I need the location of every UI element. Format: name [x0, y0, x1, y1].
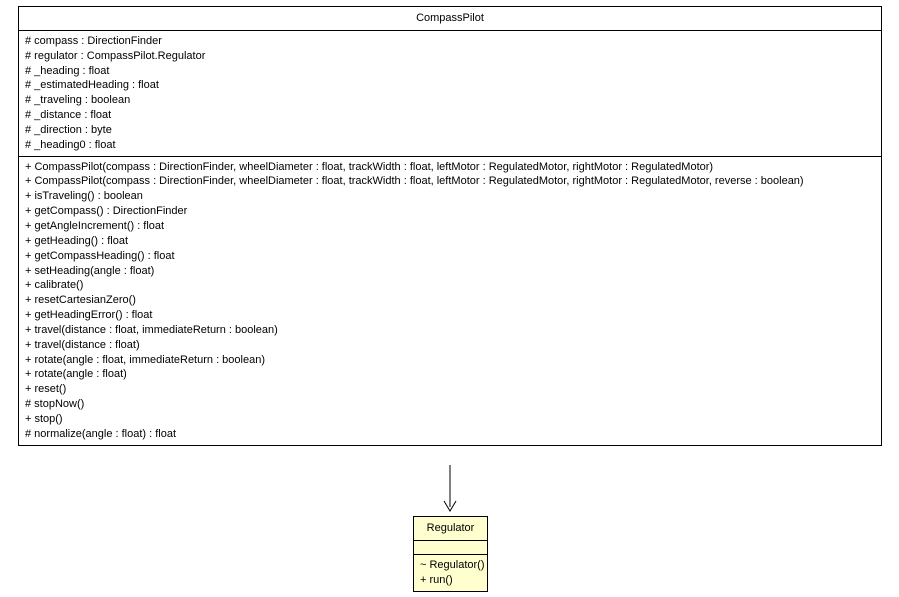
method-row: + CompassPilot(compass : DirectionFinder… — [25, 174, 875, 189]
attribute-row: # _estimatedHeading : float — [25, 78, 875, 93]
attribute-row: # regulator : CompassPilot.Regulator — [25, 49, 875, 64]
method-row: ~ Regulator() — [420, 558, 481, 573]
attributes-section — [414, 541, 487, 555]
class-title: CompassPilot — [19, 7, 881, 31]
method-row: + rotate(angle : float, immediateReturn … — [25, 353, 875, 368]
method-row: + travel(distance : float, immediateRetu… — [25, 323, 875, 338]
class-title: Regulator — [414, 517, 487, 541]
method-row: + rotate(angle : float) — [25, 367, 875, 382]
method-row: + run() — [420, 573, 481, 588]
class-name-label: CompassPilot — [416, 12, 484, 24]
method-row: + getAngleIncrement() : float — [25, 219, 875, 234]
uml-class-regulator: Regulator ~ Regulator() + run() — [413, 516, 488, 592]
method-row: + resetCartesianZero() — [25, 293, 875, 308]
method-row: + getCompass() : DirectionFinder — [25, 204, 875, 219]
uml-class-compass-pilot: CompassPilot # compass : DirectionFinder… — [18, 6, 882, 446]
methods-section: + CompassPilot(compass : DirectionFinder… — [19, 157, 881, 445]
methods-section: ~ Regulator() + run() — [414, 555, 487, 591]
attribute-row: # _heading0 : float — [25, 138, 875, 153]
attributes-section: # compass : DirectionFinder # regulator … — [19, 31, 881, 157]
attribute-row: # compass : DirectionFinder — [25, 34, 875, 49]
method-row: + CompassPilot(compass : DirectionFinder… — [25, 160, 875, 175]
method-row: + travel(distance : float) — [25, 338, 875, 353]
class-name-label: Regulator — [427, 522, 475, 534]
method-row: + getCompassHeading() : float — [25, 249, 875, 264]
method-row: + calibrate() — [25, 278, 875, 293]
method-row: + getHeading() : float — [25, 234, 875, 249]
method-row: + reset() — [25, 382, 875, 397]
method-row: + getHeadingError() : float — [25, 308, 875, 323]
method-row: + stop() — [25, 412, 875, 427]
method-row: # stopNow() — [25, 397, 875, 412]
method-row: # normalize(angle : float) : float — [25, 427, 875, 442]
attribute-row: # _heading : float — [25, 64, 875, 79]
attribute-row: # _traveling : boolean — [25, 93, 875, 108]
attribute-row: # _direction : byte — [25, 123, 875, 138]
nesting-connector — [449, 465, 451, 519]
attribute-row: # _distance : float — [25, 108, 875, 123]
method-row: + setHeading(angle : float) — [25, 264, 875, 279]
method-row: + isTraveling() : boolean — [25, 189, 875, 204]
